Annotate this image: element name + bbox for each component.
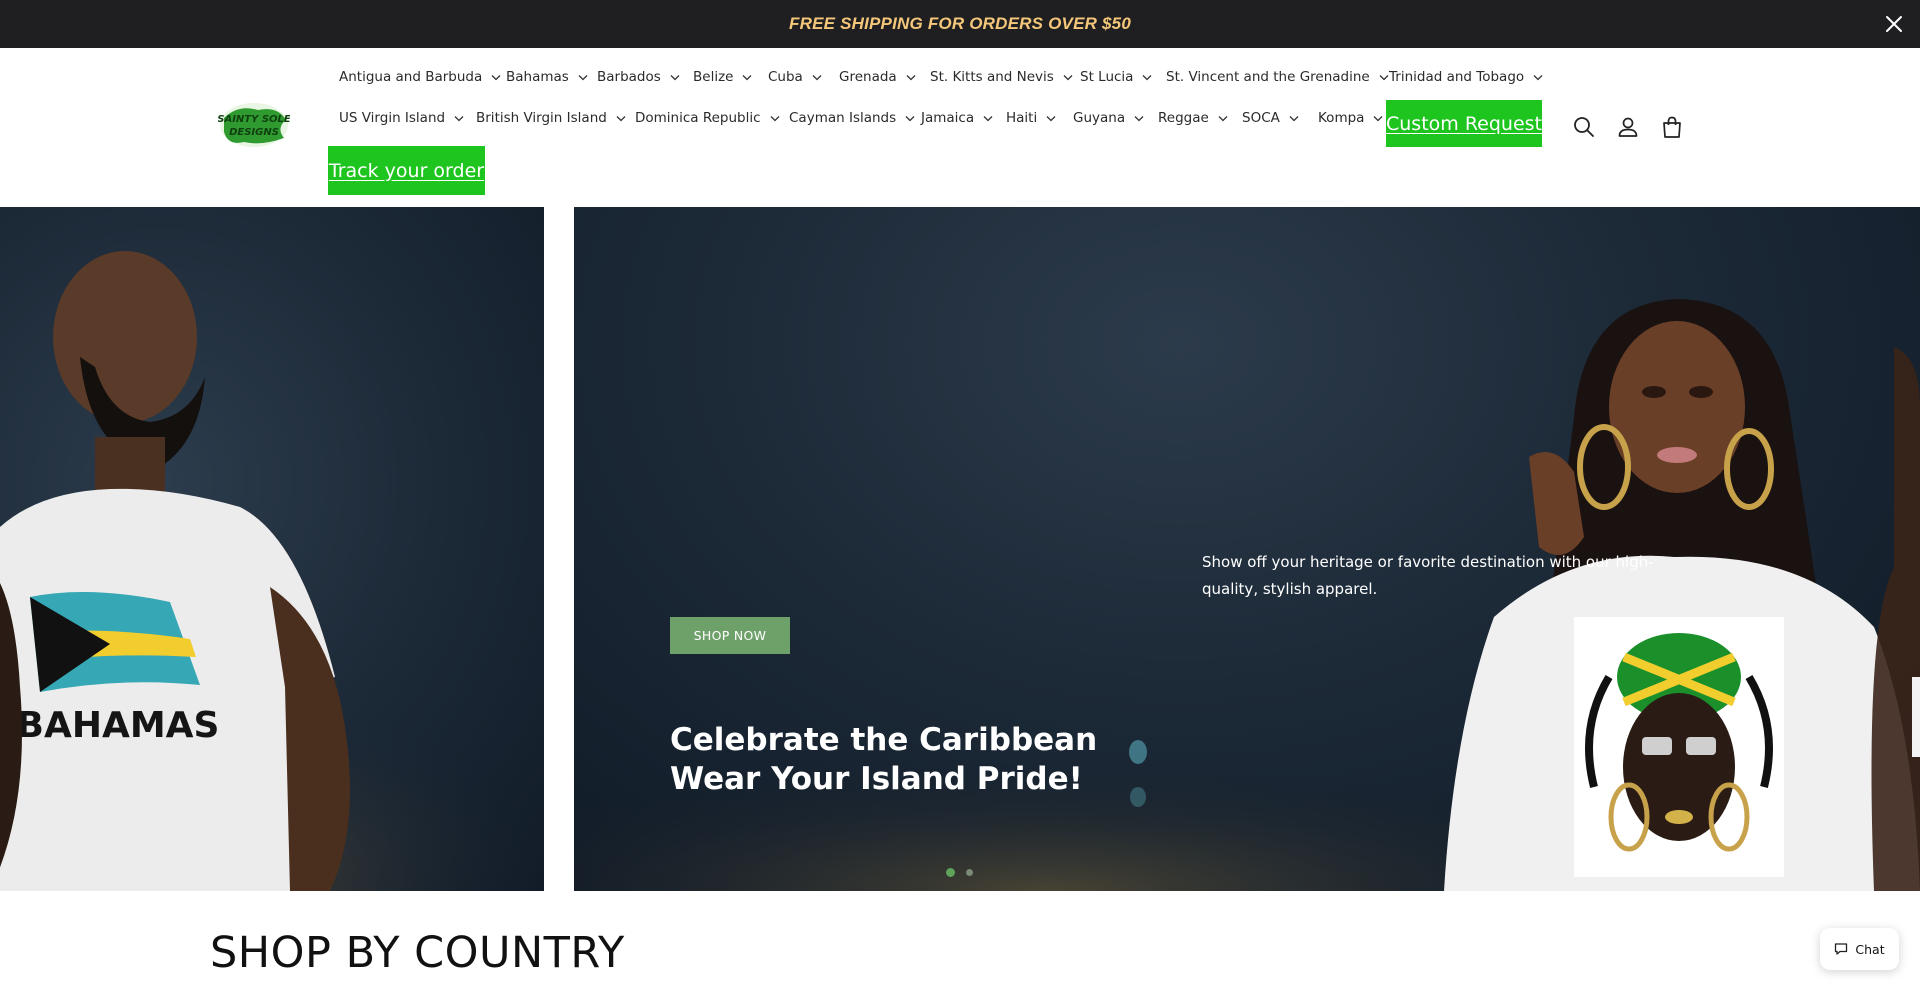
- nav-item-label: Cayman Islands: [789, 110, 897, 126]
- nav-item-st-lucia[interactable]: St Lucia: [1080, 69, 1152, 85]
- chevron-down-icon: [743, 74, 752, 80]
- shirt-graphic-text: BAHAMAS: [17, 705, 220, 746]
- site-header: SAINTY SOLE DESIGNS Antigua and Barbuda B…: [0, 48, 1920, 207]
- nav-item-british-virgin-island[interactable]: British Virgin Island: [476, 110, 626, 126]
- announcement-bar: FREE SHIPPING FOR ORDERS OVER $50: [0, 0, 1920, 48]
- nav-item-label: Jamaica: [921, 110, 975, 126]
- nav-item-label: US Virgin Island: [339, 110, 446, 126]
- announcement-text: FREE SHIPPING FOR ORDERS OVER $50: [789, 14, 1131, 33]
- chat-bubble-icon: [1835, 943, 1848, 955]
- slide-dot-1[interactable]: [946, 868, 955, 877]
- custom-request-button[interactable]: Custom Request: [1386, 100, 1542, 147]
- nav-item-label: British Virgin Island: [476, 110, 607, 126]
- track-order-button[interactable]: Track your order: [328, 146, 485, 195]
- nav-item-label: Guyana: [1073, 110, 1126, 126]
- nav-item-st-vincent-and-the-grenadine[interactable]: St. Vincent and the Grenadine: [1166, 69, 1389, 85]
- nav-item-label: Dominica Republic: [635, 110, 761, 126]
- chevron-down-icon: [1373, 115, 1383, 121]
- nav-item-label: Barbados: [597, 69, 661, 85]
- chevron-down-icon: [983, 115, 993, 121]
- chevron-down-icon: [454, 115, 464, 121]
- nav-item-label: Bahamas: [506, 69, 569, 85]
- nav-item-label: Belize: [693, 69, 734, 85]
- chevron-down-icon: [812, 74, 822, 80]
- nav-item-reggae[interactable]: Reggae: [1158, 110, 1228, 126]
- shop-by-country-heading: SHOP BY COUNTRY: [210, 928, 625, 978]
- nav-item-label: SOCA: [1242, 110, 1280, 126]
- hero-title: Celebrate the Caribbean Wear Your Island…: [670, 722, 1098, 797]
- nav-item-haiti[interactable]: Haiti: [1006, 110, 1056, 126]
- chevron-down-icon: [906, 74, 916, 80]
- shop-now-button[interactable]: SHOP NOW: [670, 617, 790, 654]
- nav-item-kompa[interactable]: Kompa: [1318, 110, 1383, 126]
- nav-item-label: Trinidad and Tobago: [1389, 69, 1525, 85]
- hero-slide-previous[interactable]: BAHAMAS: [0, 207, 544, 891]
- nav-item-cuba[interactable]: Cuba: [768, 69, 822, 85]
- nav-item-st-kitts-and-nevis[interactable]: St. Kitts and Nevis: [930, 69, 1073, 85]
- nav-item-label: Haiti: [1006, 110, 1038, 126]
- nav-item-label: St. Kitts and Nevis: [930, 69, 1054, 85]
- chevron-down-icon: [1379, 74, 1389, 80]
- nav-item-label: St Lucia: [1080, 69, 1134, 85]
- nav-item-antigua-and-barbuda[interactable]: Antigua and Barbuda: [339, 69, 501, 85]
- chevron-down-icon: [578, 74, 588, 80]
- account-icon[interactable]: [1616, 115, 1640, 139]
- nav-item-label: Kompa: [1318, 110, 1365, 126]
- chevron-down-icon: [1046, 115, 1056, 121]
- svg-text:DESIGNS: DESIGNS: [229, 127, 279, 138]
- chevron-down-icon: [1218, 115, 1228, 121]
- chevron-down-icon: [1289, 115, 1299, 121]
- hero-subtext: Show off your heritage or favorite desti…: [1202, 553, 1654, 598]
- slide-dot-2[interactable]: [966, 869, 973, 876]
- chat-label: Chat: [1855, 941, 1885, 957]
- chevron-down-icon: [1142, 74, 1152, 80]
- chevron-down-icon: [905, 115, 915, 121]
- nav-item-bahamas[interactable]: Bahamas: [506, 69, 588, 85]
- nav-item-guyana[interactable]: Guyana: [1073, 110, 1144, 126]
- nav-item-label: Cuba: [768, 69, 803, 85]
- svg-text:SAINTY SOLE: SAINTY SOLE: [218, 114, 290, 125]
- chevron-down-icon: [1533, 74, 1543, 80]
- close-icon[interactable]: [1882, 12, 1906, 36]
- hero-left-image: BAHAMAS: [0, 251, 544, 891]
- nav-item-soca[interactable]: SOCA: [1242, 110, 1299, 126]
- nav-item-dominica-republic[interactable]: Dominica Republic: [635, 110, 780, 126]
- chevron-down-icon: [670, 74, 680, 80]
- chat-button[interactable]: Chat: [1820, 928, 1899, 970]
- nav-item-label: Antigua and Barbuda: [339, 69, 483, 85]
- nav-item-grenada[interactable]: Grenada: [839, 69, 916, 85]
- chevron-down-icon: [616, 115, 626, 121]
- nav-item-jamaica[interactable]: Jamaica: [921, 110, 993, 126]
- nav-item-barbados[interactable]: Barbados: [597, 69, 680, 85]
- nav-item-label: St. Vincent and the Grenadine: [1166, 69, 1370, 85]
- chevron-down-icon: [491, 74, 501, 80]
- nav-item-trinidad-and-tobago[interactable]: Trinidad and Tobago: [1389, 69, 1543, 85]
- chevron-down-icon: [770, 115, 780, 121]
- nav-item-belize[interactable]: Belize: [693, 69, 752, 85]
- nav-item-label: Reggae: [1158, 110, 1209, 126]
- chevron-down-icon: [1134, 115, 1144, 121]
- nav-item-label: Grenada: [839, 69, 897, 85]
- chevron-down-icon: [1063, 74, 1073, 80]
- nav-item-us-virgin-island[interactable]: US Virgin Island: [339, 110, 464, 126]
- brand-logo[interactable]: SAINTY SOLE DESIGNS: [218, 100, 290, 150]
- nav-item-cayman-islands[interactable]: Cayman Islands: [789, 110, 915, 126]
- search-icon[interactable]: [1572, 115, 1596, 139]
- cart-icon[interactable]: [1660, 115, 1684, 139]
